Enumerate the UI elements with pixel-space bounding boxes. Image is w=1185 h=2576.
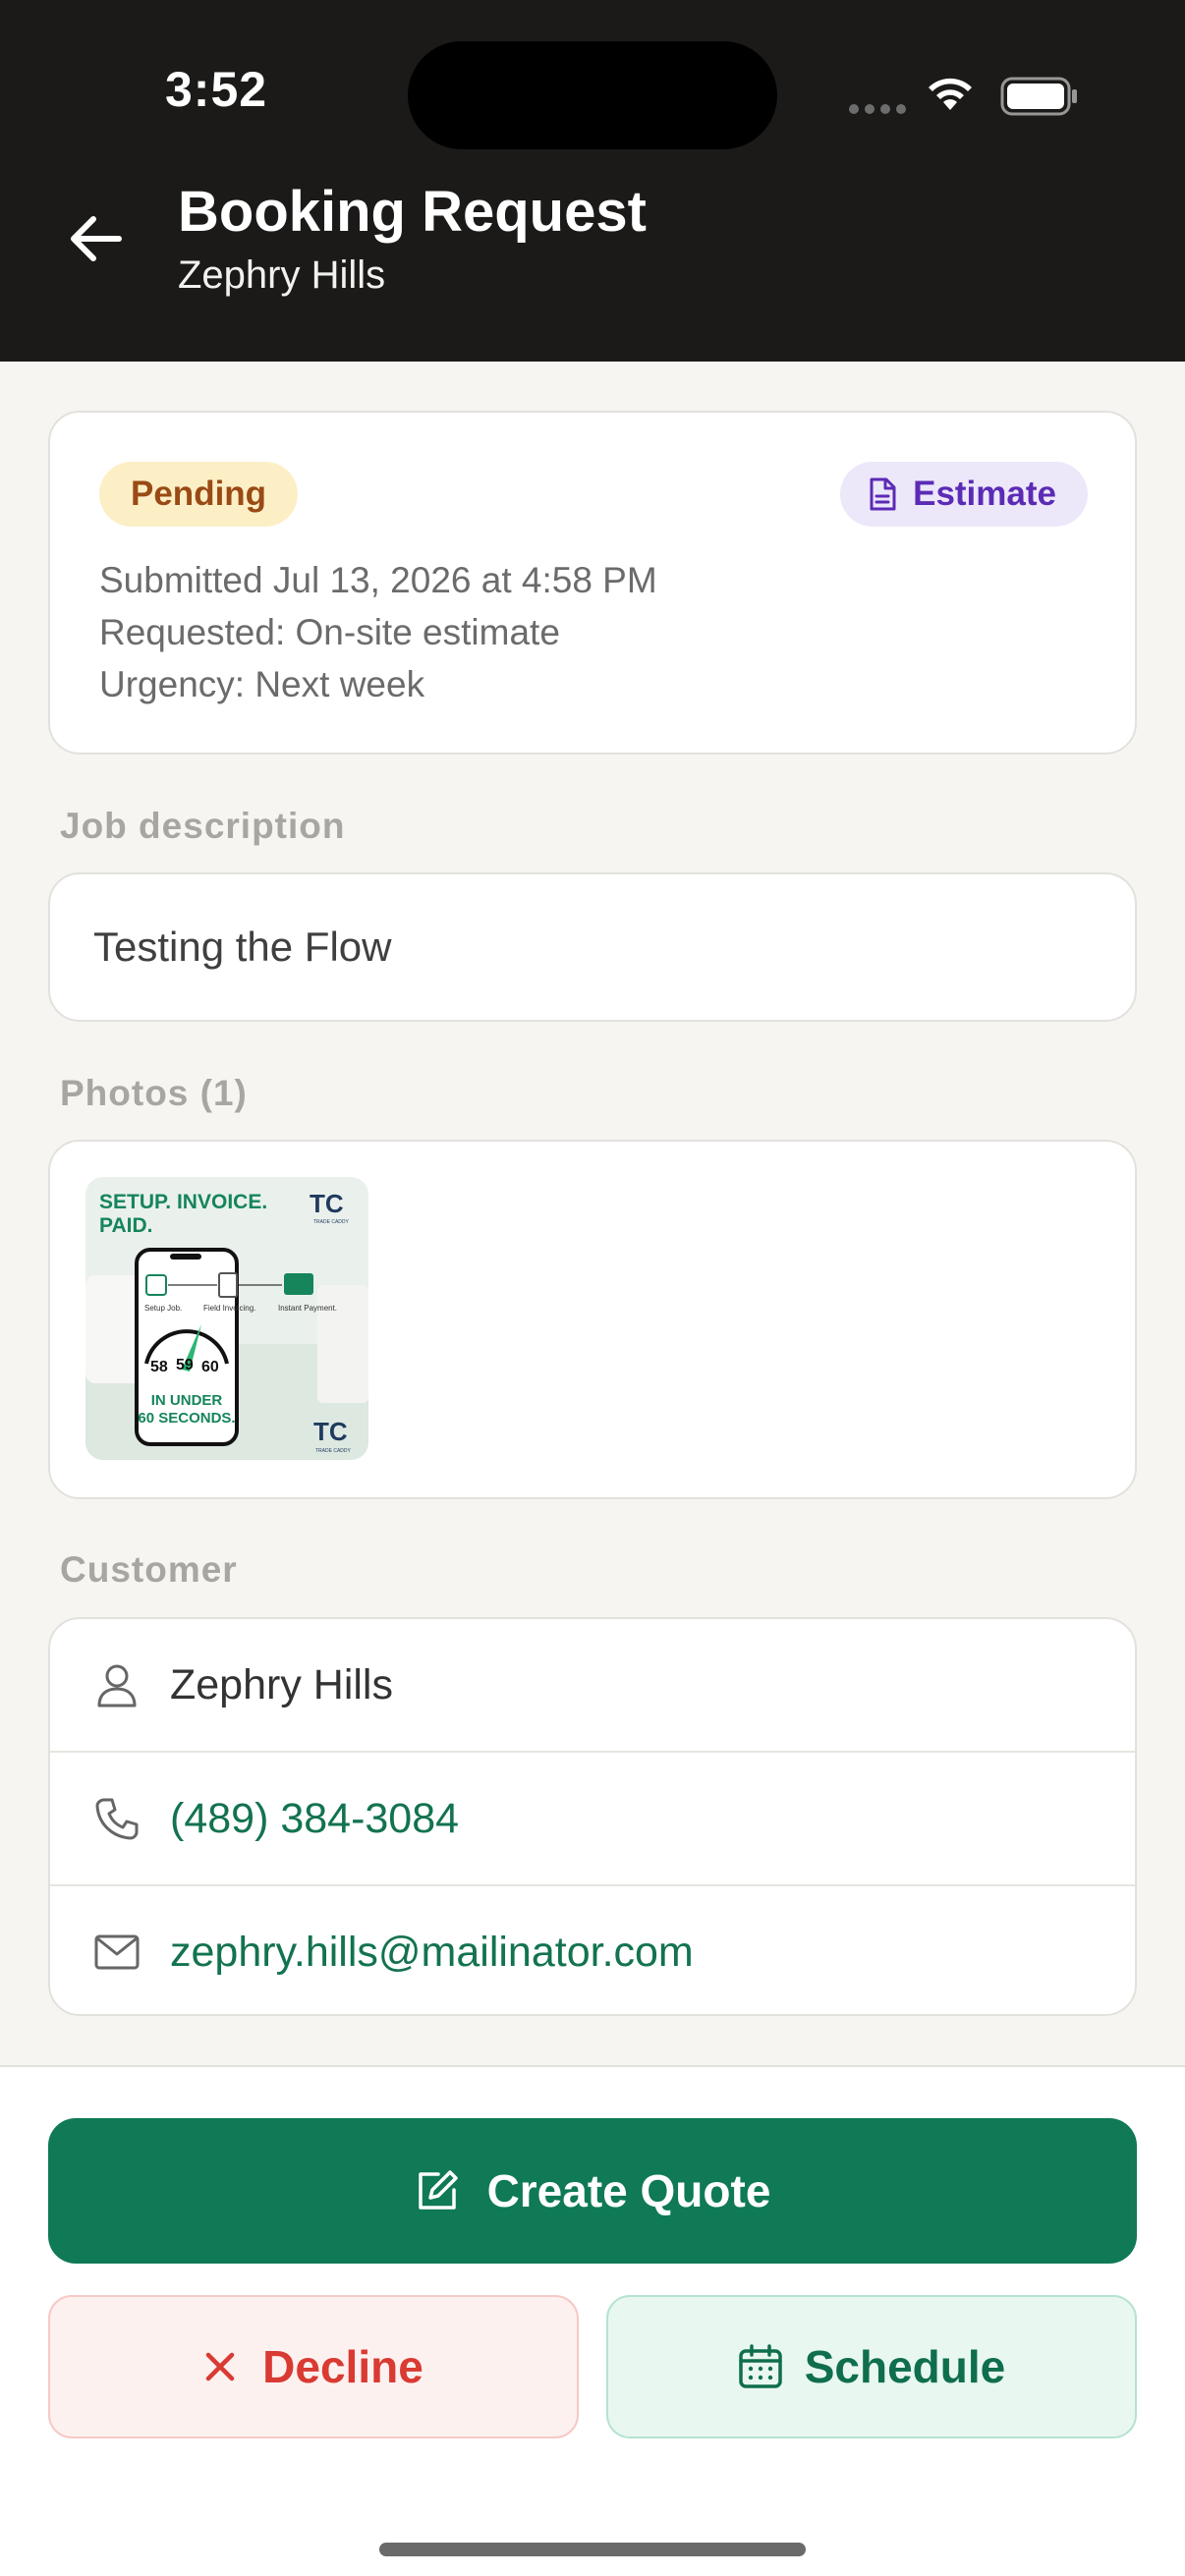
thumb-timer-58: 58 <box>150 1359 168 1375</box>
calendar-icon <box>738 2344 782 2388</box>
thumb-headline-1: SETUP. INVOICE. <box>99 1191 267 1213</box>
customer-email-row[interactable]: zephry.hills@mailinator.com <box>50 1886 1135 2018</box>
close-icon <box>205 2352 235 2381</box>
decline-label: Decline <box>262 2341 423 2392</box>
page-subtitle: Zephry Hills <box>178 253 386 297</box>
back-button[interactable] <box>61 204 130 273</box>
thumb-tagline-1: IN UNDER <box>151 1392 223 1409</box>
job-description-card: Testing the Flow <box>48 872 1137 1022</box>
request-type-label: Estimate <box>913 475 1056 513</box>
battery-icon <box>1000 77 1077 116</box>
page-title: Booking Request <box>178 180 647 244</box>
thumb-timer-59: 59 <box>176 1357 194 1373</box>
wifi-icon <box>929 78 972 110</box>
edit-icon <box>418 2170 458 2210</box>
person-icon <box>93 1661 141 1708</box>
photos-label: Photos (1) <box>60 1073 248 1113</box>
mail-icon <box>93 1929 141 1976</box>
customer-phone-link[interactable]: (489) 384-3084 <box>170 1795 459 1843</box>
create-quote-button[interactable]: Create Quote <box>48 2118 1137 2264</box>
thumb-headline-2: PAID. <box>99 1214 152 1237</box>
thumb-step-3: Instant Payment. <box>278 1304 337 1313</box>
job-description-label: Job description <box>60 806 346 846</box>
photo-thumbnail[interactable]: SETUP. INVOICE. PAID. TC TRADE CADDY Set… <box>85 1177 368 1460</box>
customer-name-row: Zephry Hills <box>50 1619 1135 1751</box>
decline-button[interactable]: Decline <box>48 2295 579 2438</box>
schedule-button[interactable]: Schedule <box>606 2295 1137 2438</box>
home-indicator <box>379 2543 806 2556</box>
back-arrow-icon <box>71 216 122 261</box>
thumb-step-1: Setup Job. <box>144 1304 182 1313</box>
thumb-step-2: Field Invoicing. <box>203 1304 255 1313</box>
status-badge: Pending <box>99 462 299 527</box>
requested-service: Requested: On-site estimate <box>99 612 560 652</box>
thumb-tagline-2: 60 SECONDS. <box>138 1410 235 1427</box>
thumb-logo-top: TC <box>310 1189 344 1218</box>
customer-phone-row[interactable]: (489) 384-3084 <box>50 1753 1135 1884</box>
urgency: Urgency: Next week <box>99 664 425 704</box>
thumb-timer-60: 60 <box>201 1359 219 1375</box>
job-description-text: Testing the Flow <box>93 924 392 970</box>
submitted-date: Submitted Jul 13, 2026 at 4:58 PM <box>99 560 657 600</box>
customer-name: Zephry Hills <box>170 1660 393 1708</box>
photo-image: SETUP. INVOICE. PAID. TC TRADE CADDY Set… <box>85 1177 368 1460</box>
request-summary-card: Pending Estimate Submitted Jul 13, 2026 … <box>48 411 1137 755</box>
thumb-logo-bottom: TC <box>313 1417 348 1446</box>
photos-card: SETUP. INVOICE. PAID. TC TRADE CADDY Set… <box>48 1140 1137 1499</box>
signal-icon <box>849 104 906 114</box>
customer-card: Zephry Hills (489) 384-3084 zephry.hills… <box>48 1617 1137 2016</box>
dynamic-island <box>408 41 777 149</box>
status-time: 3:52 <box>165 62 268 117</box>
app-header: 3:52 Booking Request Zephry Hills <box>0 0 1185 362</box>
create-quote-label: Create Quote <box>486 2165 771 2216</box>
thumb-logo-sub-bottom: TRADE CADDY <box>315 1448 352 1454</box>
thumb-logo-sub-top: TRADE CADDY <box>313 1219 350 1225</box>
phone-icon <box>93 1795 141 1842</box>
request-type-badge: Estimate <box>840 462 1088 527</box>
schedule-label: Schedule <box>804 2341 1006 2392</box>
document-icon <box>870 477 896 511</box>
action-footer: Create Quote Decline Schedule <box>0 2065 1185 2576</box>
customer-email-link[interactable]: zephry.hills@mailinator.com <box>170 1929 694 1977</box>
customer-label: Customer <box>60 1549 238 1590</box>
